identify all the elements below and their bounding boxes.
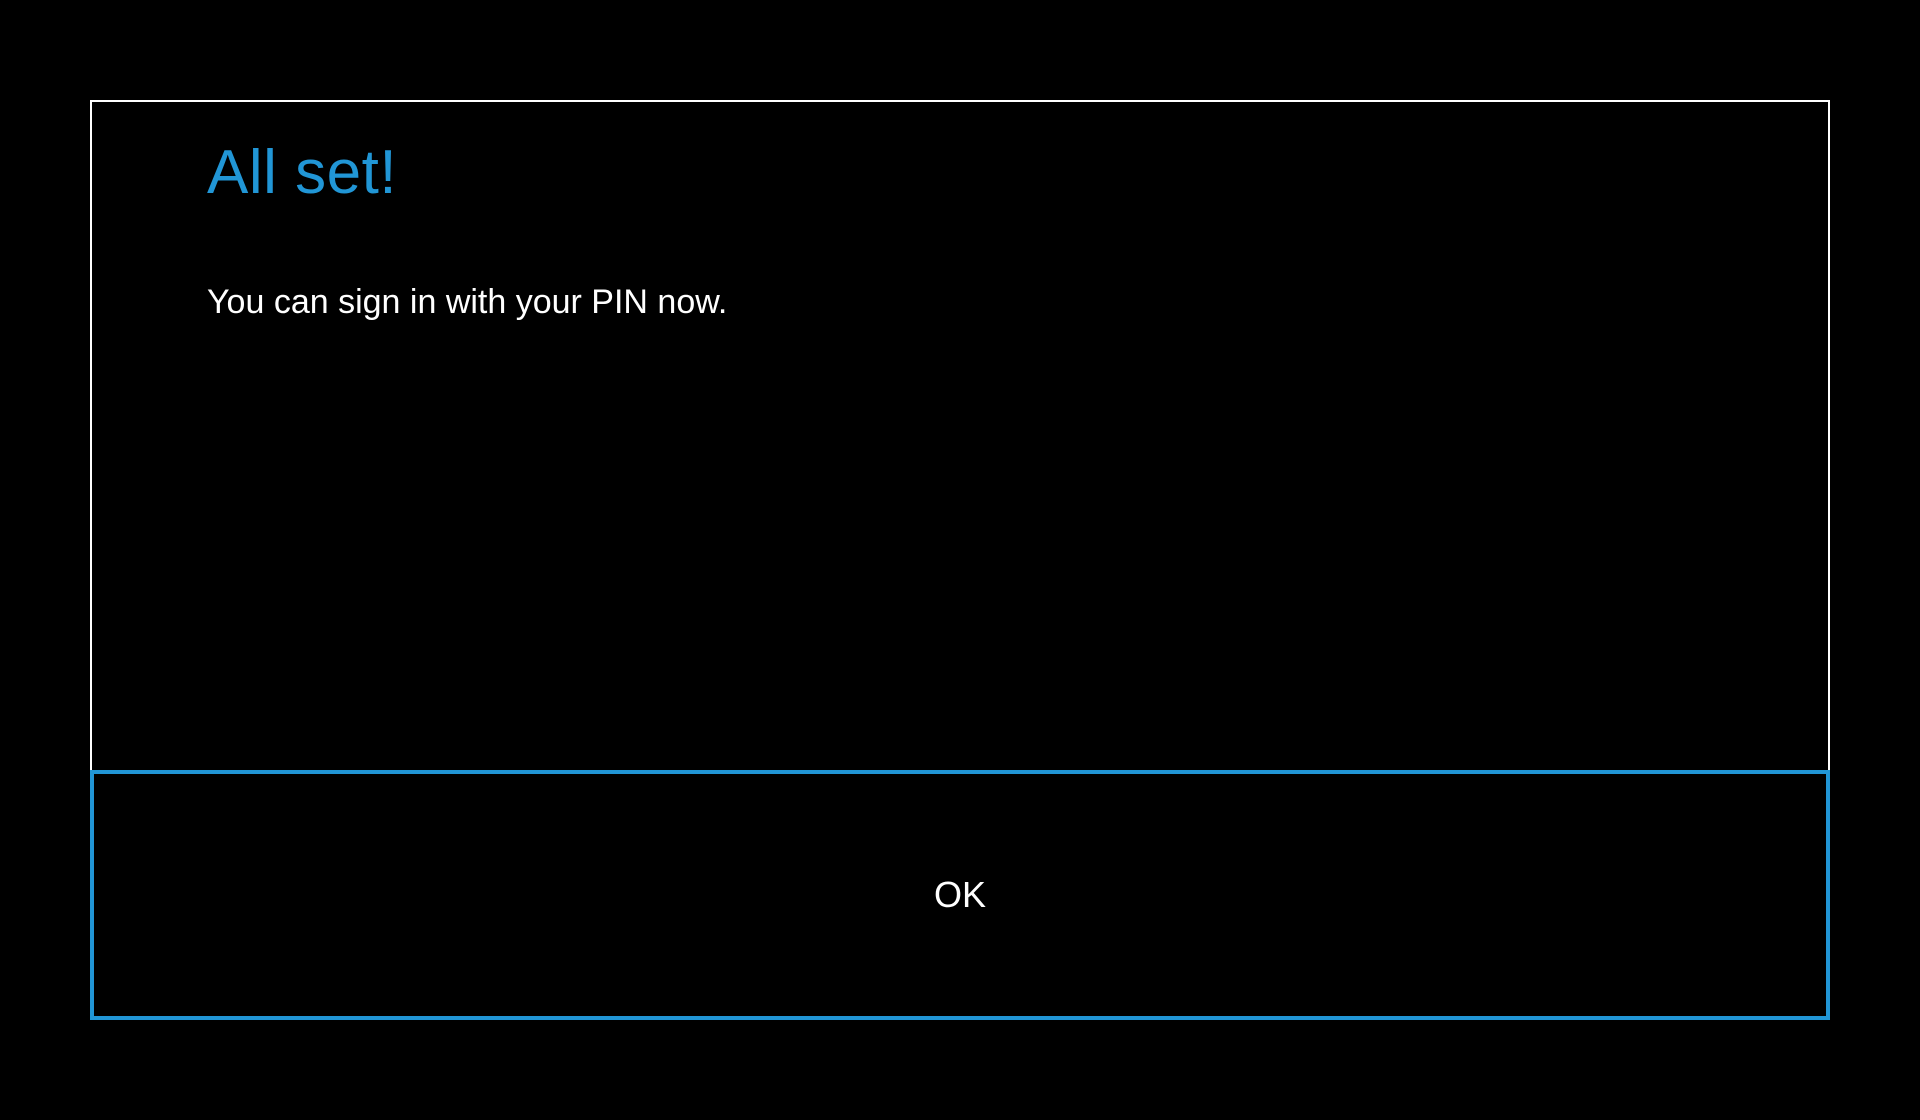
ok-button[interactable]: OK: [90, 770, 1830, 1020]
dialog-title: All set!: [207, 137, 1713, 208]
pin-setup-confirmation-dialog: All set! You can sign in with your PIN n…: [90, 100, 1830, 1020]
dialog-content-area: All set! You can sign in with your PIN n…: [92, 102, 1828, 770]
dialog-message: You can sign in with your PIN now.: [207, 283, 1713, 322]
